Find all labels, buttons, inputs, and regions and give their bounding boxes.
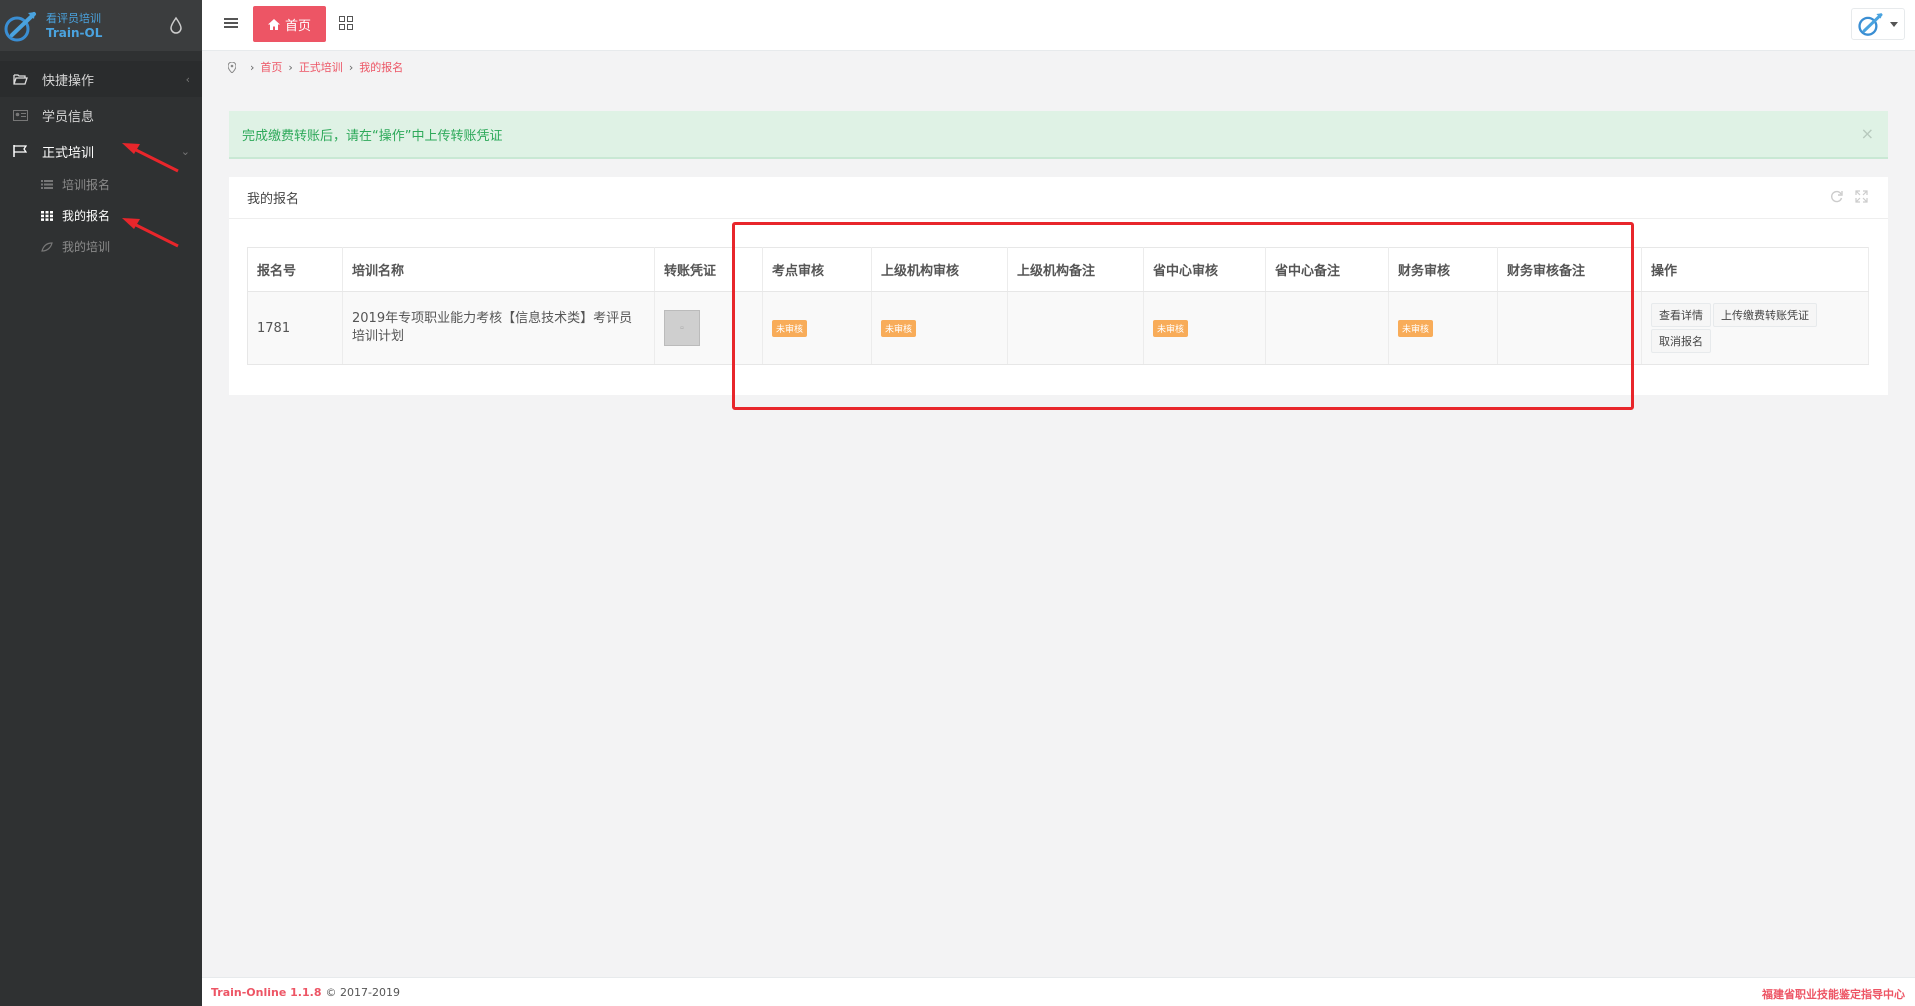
panel-title: 我的报名 <box>247 192 300 207</box>
logo-icon <box>4 11 36 41</box>
grid-icon <box>40 210 54 221</box>
breadcrumb: › 首页 › 正式培训 › 我的报名 <box>228 59 403 75</box>
col-header[interactable]: 财务审核备注 <box>1497 247 1642 292</box>
home-icon <box>267 18 280 30</box>
logo-cn-text: 看评员培训 <box>46 11 101 25</box>
topbar: 首页 <box>202 0 1915 51</box>
panel-header: 我的报名 <box>229 177 1888 219</box>
id-card-icon <box>12 108 28 122</box>
sidebar: 看评员培训 Train-OL 快捷操作 ‹ 学员信息 正式培训 ⌄ 培训报名 我… <box>0 0 202 1006</box>
list-icon <box>40 180 54 189</box>
footer-org: 福建省职业技能鉴定指导中心 <box>1762 988 1905 1001</box>
cell-finance-note <box>1497 291 1642 365</box>
map-marker-icon <box>228 61 236 73</box>
cell-training-name: 2019年专项职业能力考核【信息技术类】考评员培训计划 <box>342 291 655 365</box>
home-tab-button[interactable]: 首页 <box>253 6 326 42</box>
cell-finance-review: 未审核 <box>1388 291 1498 365</box>
breadcrumb-item-home[interactable]: 首页 <box>260 59 282 75</box>
signup-table-wrap: 报名号 培训名称 转账凭证 考点审核 上级机构审核 上级机构备注 省中心审核 省… <box>247 247 1869 365</box>
cell-superior-review: 未审核 <box>871 291 1008 365</box>
cell-province-note <box>1265 291 1389 365</box>
signup-panel: 我的报名 报名号 培训名称 转账凭证 考点审核 上级机构审核 上级机构备注 省中… <box>229 177 1888 395</box>
leaf-icon <box>40 241 54 252</box>
col-header[interactable]: 转账凭证 <box>654 247 763 292</box>
col-header[interactable]: 上级机构备注 <box>1007 247 1144 292</box>
alert-text: 完成缴费转账后，请在“操作”中上传转账凭证 <box>242 128 503 144</box>
status-badge: 未审核 <box>772 319 808 337</box>
cell-exam-site-review: 未审核 <box>762 291 872 365</box>
footer-copyright: © 2017-2019 <box>325 985 400 999</box>
theme-drop-icon[interactable] <box>170 16 182 34</box>
sidebar-subitem-label: 培训报名 <box>62 178 111 192</box>
status-badge: 未审核 <box>1398 319 1434 337</box>
col-header[interactable]: 考点审核 <box>762 247 872 292</box>
sidebar-subitem-label: 我的培训 <box>62 240 111 254</box>
view-details-button[interactable]: 查看详情 <box>1651 303 1711 327</box>
annotation-arrow-icon <box>122 143 179 173</box>
annotation-arrow-icon <box>122 218 179 248</box>
flag-icon <box>12 144 28 158</box>
home-tab-label: 首页 <box>284 18 311 34</box>
col-header[interactable]: 报名号 <box>247 247 343 292</box>
signup-table: 报名号 培训名称 转账凭证 考点审核 上级机构审核 上级机构备注 省中心审核 省… <box>247 247 1869 365</box>
cell-province-review: 未审核 <box>1143 291 1266 365</box>
col-header[interactable]: 省中心备注 <box>1265 247 1389 292</box>
cell-voucher: ▫ <box>654 291 763 365</box>
refresh-icon[interactable] <box>1830 190 1843 203</box>
avatar <box>1858 13 1883 36</box>
breadcrumb-separator-icon: › <box>250 60 255 74</box>
sidebar-item-label: 快捷操作 <box>42 73 95 89</box>
breadcrumb-separator-icon: › <box>348 60 354 74</box>
info-alert: 完成缴费转账后，请在“操作”中上传转账凭证 × <box>229 111 1888 159</box>
folder-open-icon <box>12 72 28 86</box>
voucher-thumbnail[interactable]: ▫ <box>664 310 700 346</box>
menu-icon[interactable] <box>224 17 238 29</box>
logo[interactable]: 看评员培训 Train-OL <box>0 0 202 51</box>
sidebar-item-student-info[interactable]: 学员信息 <box>0 97 202 133</box>
sidebar-item-shortcuts[interactable]: 快捷操作 ‹ <box>0 61 202 97</box>
chevron-down-icon: ⌄ <box>180 145 190 158</box>
chevron-left-icon: ‹ <box>185 73 190 86</box>
breadcrumb-item-my-signup[interactable]: 我的报名 <box>359 59 403 75</box>
footer: Train-Online 1.1.8 © 2017-2019 福建省职业技能鉴定… <box>202 977 1915 1006</box>
col-header[interactable]: 财务审核 <box>1388 247 1498 292</box>
footer-brand: Train-Online 1.1.8 <box>211 985 322 999</box>
user-menu-button[interactable] <box>1851 8 1905 40</box>
logo-en-text: Train-OL <box>46 25 103 40</box>
col-header[interactable]: 省中心审核 <box>1143 247 1266 292</box>
table-row: 1781 2019年专项职业能力考核【信息技术类】考评员培训计划 ▫ 未审核 未… <box>247 291 1869 365</box>
status-badge: 未审核 <box>1153 319 1189 337</box>
sidebar-subitem-label: 我的报名 <box>62 209 111 223</box>
sidebar-item-label: 正式培训 <box>42 145 95 161</box>
status-badge: 未审核 <box>881 319 917 337</box>
breadcrumb-item-formal-training[interactable]: 正式培训 <box>299 59 343 75</box>
cell-superior-note <box>1007 291 1144 365</box>
apps-grid-icon[interactable] <box>339 16 353 30</box>
cell-ops: 查看详情 上传缴费转账凭证 取消报名 <box>1641 291 1869 365</box>
cell-id: 1781 <box>247 291 343 365</box>
close-icon[interactable]: × <box>1861 124 1874 143</box>
expand-icon[interactable] <box>1855 190 1868 203</box>
sidebar-item-label: 学员信息 <box>42 109 95 125</box>
col-header[interactable]: 培训名称 <box>342 247 655 292</box>
cancel-signup-button[interactable]: 取消报名 <box>1651 329 1711 353</box>
col-header[interactable]: 上级机构审核 <box>871 247 1008 292</box>
upload-voucher-button[interactable]: 上传缴费转账凭证 <box>1713 303 1817 327</box>
caret-down-icon <box>1890 21 1898 27</box>
breadcrumb-separator-icon: › <box>288 60 293 74</box>
col-header[interactable]: 操作 <box>1641 247 1869 292</box>
